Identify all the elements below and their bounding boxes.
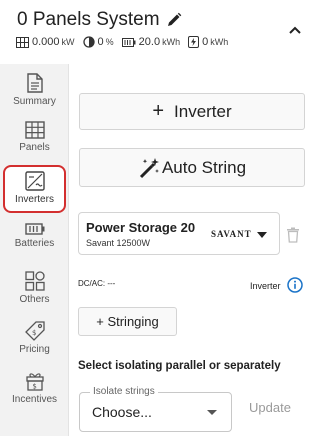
auto-string-label: Auto String: [161, 157, 247, 177]
dropdown-caret-icon: [257, 232, 267, 238]
svg-text:$: $: [32, 329, 36, 337]
storage-selector[interactable]: Power Storage 20 Savant 12500W SAVANT: [78, 212, 280, 255]
panel-grid-icon: [24, 121, 45, 139]
ratio-stat: 0 %: [82, 36, 114, 48]
inverter-icon: [24, 171, 45, 191]
dc-power-unit: kW: [61, 37, 75, 47]
system-stats: 0.000 kW 0 % 20.0 kWh 0 kWh: [16, 36, 236, 48]
page-title: 0 Panels System: [17, 9, 160, 30]
battery-icon: [121, 37, 136, 47]
plus-icon: +: [152, 100, 165, 122]
add-inverter-button[interactable]: + Inverter: [79, 93, 305, 130]
solar-grid-icon: [16, 36, 29, 48]
energy-stat: 0 kWh: [188, 36, 228, 48]
energy-value: 0: [202, 36, 209, 48]
trash-icon[interactable]: [286, 227, 300, 243]
sidebar-item-pricing[interactable]: $ Pricing: [3, 317, 66, 364]
title-row: 0 Panels System: [17, 9, 182, 31]
header: 0 Panels System 0.000 kW 0 % 20.0 kWh 0 …: [0, 0, 311, 64]
sidebar-item-batteries[interactable]: Batteries: [3, 219, 66, 266]
add-stringing-label: + Stringing: [96, 314, 159, 329]
sidebar-item-panels[interactable]: Panels: [3, 117, 66, 164]
battery-capacity-stat: 20.0 kWh: [121, 36, 181, 48]
add-stringing-button[interactable]: + Stringing: [78, 307, 177, 336]
lightning-box-icon: [188, 36, 200, 48]
info-icon[interactable]: [287, 277, 303, 293]
half-circle-icon: [82, 36, 95, 48]
ratio-value: 0: [97, 36, 104, 48]
edit-pencil-icon[interactable]: [166, 12, 182, 28]
battery-capacity-unit: kWh: [162, 37, 181, 47]
sidebar-item-others[interactable]: Others: [3, 267, 66, 314]
ratio-unit: %: [105, 37, 114, 47]
chevron-down-icon: [207, 410, 217, 415]
others-icon: [24, 271, 45, 291]
sidebar-item-label: Batteries: [14, 238, 55, 249]
sidebar-item-summary[interactable]: Summary: [3, 69, 66, 116]
sidebar-item-label: Inverters: [15, 194, 54, 205]
dc-power-stat: 0.000 kW: [16, 36, 75, 48]
isolate-heading: Select isolating parallel or separately: [78, 360, 281, 372]
svg-text:$: $: [32, 383, 36, 391]
dc-power-value: 0.000: [32, 36, 60, 48]
auto-string-button[interactable]: Auto String: [79, 148, 305, 187]
battery-icon: [24, 223, 44, 235]
sidebar: Summary Panels Inverters Batteries Other…: [0, 64, 69, 436]
inverter-info-label: Inverter: [250, 281, 281, 291]
sidebar-item-label: Pricing: [19, 344, 50, 355]
collapse-chevron-up-icon[interactable]: [287, 22, 303, 38]
brand-logo: SAVANT: [211, 229, 252, 239]
storage-name: Power Storage 20: [86, 220, 196, 235]
magic-wand-icon: [139, 157, 159, 178]
add-inverter-label: Inverter: [174, 101, 232, 121]
sidebar-item-inverters[interactable]: Inverters: [3, 165, 66, 213]
update-button[interactable]: Update: [249, 400, 291, 415]
document-icon: [26, 73, 43, 93]
main-panel: + Inverter Auto String Power Storage 20 …: [70, 64, 311, 436]
sidebar-item-incentives[interactable]: $ Incentives: [3, 367, 66, 414]
battery-capacity-value: 20.0: [138, 36, 161, 48]
sidebar-item-label: Incentives: [11, 394, 58, 405]
energy-unit: kWh: [210, 37, 229, 47]
gift-icon: $: [25, 373, 44, 391]
dc-ac-ratio: DC/AC: ---: [78, 279, 116, 288]
sidebar-item-label: Others: [19, 294, 50, 305]
price-tag-icon: $: [24, 321, 45, 341]
isolate-strings-legend: Isolate strings: [90, 386, 158, 397]
storage-model: Savant 12500W: [86, 238, 151, 248]
isolate-strings-select[interactable]: Isolate strings Choose...: [79, 386, 232, 432]
sidebar-item-label: Summary: [13, 96, 56, 107]
isolate-strings-value: Choose...: [92, 404, 152, 420]
sidebar-item-label: Panels: [19, 142, 50, 153]
